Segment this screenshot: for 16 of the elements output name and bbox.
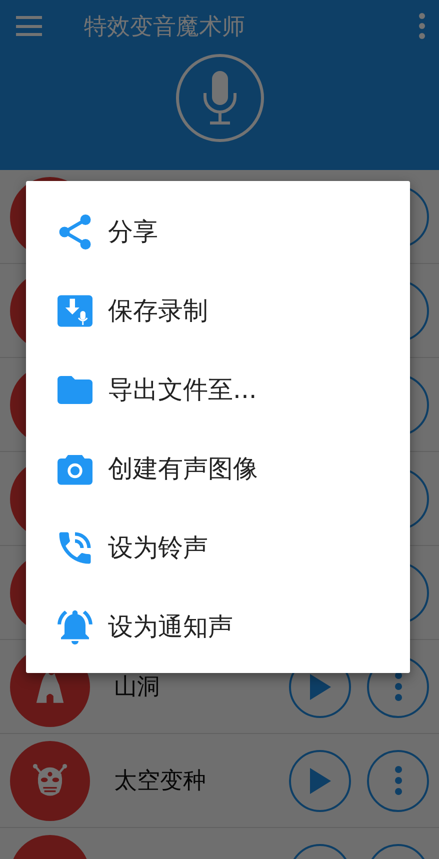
sound-name: 山洞	[114, 673, 161, 702]
menu-item[interactable]: 设为铃声	[26, 508, 410, 587]
play-icon	[308, 766, 332, 794]
app-title: 特效变音魔术师	[84, 12, 246, 42]
menu-item[interactable]: 设为通知声	[26, 587, 410, 666]
microphone-icon	[202, 69, 238, 127]
menu-item[interactable]: 导出文件至...	[26, 350, 410, 429]
menu-item[interactable]: 保存录制	[26, 271, 410, 350]
sound-name: 太空变种	[114, 767, 207, 796]
play-icon	[308, 672, 332, 700]
more-icon[interactable]	[417, 13, 427, 39]
menu-icon[interactable]	[16, 16, 42, 36]
more-button[interactable]	[367, 750, 429, 812]
menu-item[interactable]: 分享	[26, 192, 410, 271]
record-button[interactable]	[176, 54, 264, 142]
menu-item[interactable]: 创建有声图像	[26, 429, 410, 508]
